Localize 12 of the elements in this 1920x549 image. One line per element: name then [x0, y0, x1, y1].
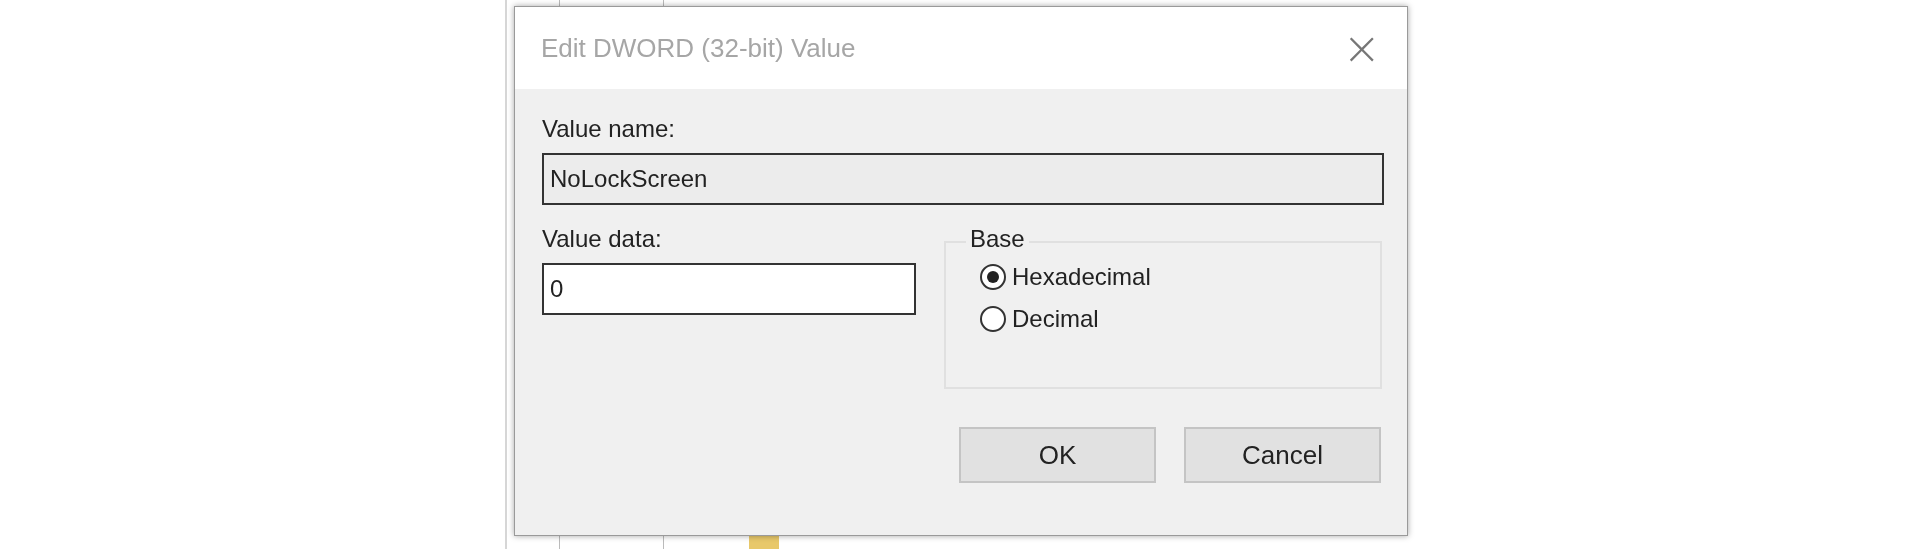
field-label: Value data:: [542, 225, 663, 253]
cancel-button[interactable]: Cancel: [1184, 427, 1381, 483]
value-name-field[interactable]: NoLockScreen: [542, 153, 1384, 205]
close-button[interactable]: ×: [1338, 25, 1385, 71]
radio-option[interactable]: Hexadecimal: [980, 263, 1380, 291]
ok-button[interactable]: OK: [959, 427, 1156, 483]
radio-button[interactable]: [980, 264, 1006, 290]
radio-button[interactable]: [980, 306, 1006, 332]
window-title: Edit DWORD (32-bit) Value: [541, 32, 856, 64]
field-label: Value name:: [542, 115, 676, 143]
radio-option[interactable]: Decimal: [980, 305, 1380, 333]
value-data-field[interactable]: 0: [542, 263, 916, 315]
